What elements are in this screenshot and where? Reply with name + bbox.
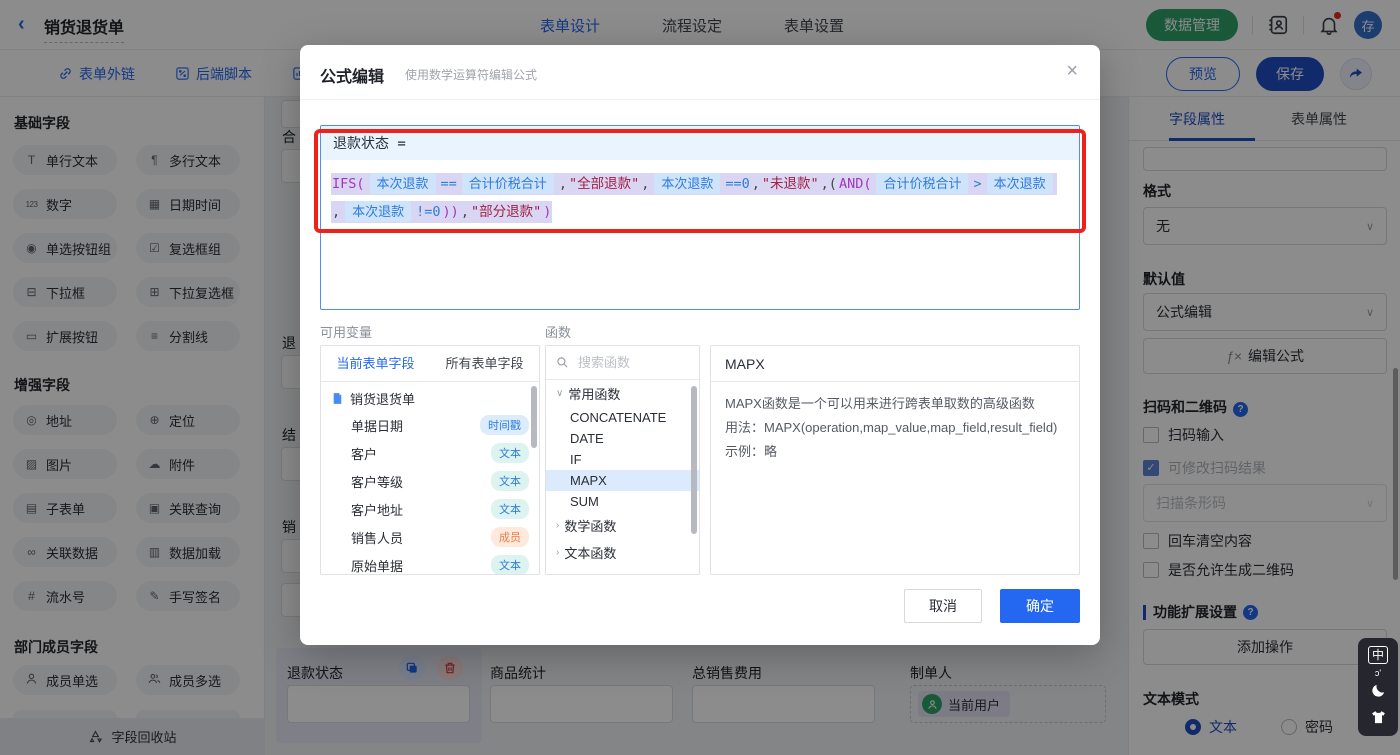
- function-item[interactable]: SUM: [546, 491, 699, 512]
- formula-editor-area[interactable]: 退款状态 = IFS(本次退款==合计价税合计,"全部退款",本次退款==0,"…: [320, 125, 1080, 310]
- functions-scrollbar-thumb[interactable]: [691, 386, 697, 534]
- function-search: [546, 346, 699, 380]
- chinese-lang-icon[interactable]: 中: [1368, 646, 1388, 664]
- doc-usage: 用法：MAPX(operation,map_value,map_field,re…: [725, 416, 1065, 440]
- field-token: 本次退款: [345, 201, 411, 222]
- tab-current-form-fields[interactable]: 当前表单字段: [321, 346, 430, 381]
- field-token: 本次退款: [987, 173, 1053, 194]
- tab-all-form-fields[interactable]: 所有表单字段: [430, 346, 539, 381]
- function-group-text[interactable]: ›文本函数: [546, 539, 699, 566]
- small-mark-icon[interactable]: ɔ': [1375, 669, 1381, 677]
- type-badge: 时间戳: [480, 415, 529, 435]
- function-item[interactable]: IF: [546, 449, 699, 470]
- field-token: 合计价税合计: [462, 173, 554, 194]
- app-root: ‹ 销货退货单 表单设计 流程设定 表单设置 数据管理 存 表单外链: [0, 0, 1400, 755]
- variable-row[interactable]: 单据日期时间戳: [321, 411, 539, 439]
- type-badge: 文本: [491, 555, 529, 575]
- function-item[interactable]: CONCATENATE: [546, 407, 699, 428]
- shirt-icon[interactable]: [1370, 709, 1387, 731]
- function-group-common[interactable]: ∨常用函数: [546, 380, 699, 407]
- moon-icon[interactable]: [1370, 682, 1387, 704]
- doc-function-name: MAPX: [711, 346, 1079, 382]
- field-token: 本次退款: [654, 173, 720, 194]
- variable-row[interactable]: 客户等级文本: [321, 467, 539, 495]
- modal-header: 公式编辑 使用数学运算符编辑公式 ×: [300, 45, 1100, 100]
- function-doc-panel: MAPX MAPX函数是一个可以用来进行跨表单取数的高级函数 用法：MAPX(o…: [710, 345, 1080, 575]
- functions-panel: ∨常用函数 CONCATENATE DATE IF MAPX SUM ›数学函数…: [545, 345, 700, 575]
- function-group-math[interactable]: ›数学函数: [546, 512, 699, 539]
- variables-panel: 当前表单字段 所有表单字段 销货退货单 单据日期时间戳 客户文本 客户等级文本 …: [320, 345, 540, 575]
- variable-tabs: 当前表单字段 所有表单字段: [321, 346, 539, 382]
- doc-description: MAPX函数是一个可以用来进行跨表单取数的高级函数: [725, 392, 1065, 416]
- type-badge: 文本: [491, 499, 529, 519]
- doc-body: MAPX函数是一个可以用来进行跨表单取数的高级函数 用法：MAPX(operat…: [711, 382, 1079, 474]
- variables-scrollbar-thumb[interactable]: [531, 386, 537, 448]
- cancel-button[interactable]: 取消: [904, 589, 982, 623]
- variable-row[interactable]: 销售人员成员: [321, 523, 539, 551]
- modal-title: 公式编辑: [320, 63, 384, 87]
- modal-subtitle: 使用数学运算符编辑公式: [405, 66, 537, 83]
- caret-right-icon: ›: [556, 547, 559, 558]
- formula-assign-line: 退款状态 =: [321, 126, 1079, 160]
- type-badge: 文本: [491, 443, 529, 463]
- document-icon: [331, 392, 344, 405]
- formula-expression[interactable]: IFS(本次退款==合计价税合计,"全部退款",本次退款==0,"未退款",(A…: [321, 160, 1069, 226]
- field-token: 合计价税合计: [876, 173, 968, 194]
- variable-row[interactable]: 原始单据文本: [321, 551, 539, 575]
- function-item[interactable]: DATE: [546, 428, 699, 449]
- variables-panel-label: 可用变量: [320, 322, 372, 341]
- functions-panel-label: 函数: [545, 322, 571, 341]
- translate-extension-widget: 中 ɔ': [1358, 638, 1398, 736]
- variable-row[interactable]: 客户地址文本: [321, 495, 539, 523]
- form-tree-root[interactable]: 销货退货单: [321, 382, 539, 411]
- function-search-input[interactable]: [576, 354, 676, 371]
- field-token: 本次退款: [370, 173, 436, 194]
- type-badge: 文本: [491, 471, 529, 491]
- formula-editor-modal: 公式编辑 使用数学运算符编辑公式 × 退款状态 = IFS(本次退款==合计价税…: [300, 45, 1100, 645]
- caret-down-icon: ∨: [556, 388, 563, 399]
- confirm-button[interactable]: 确定: [1000, 589, 1080, 623]
- function-item-selected[interactable]: MAPX: [546, 470, 699, 491]
- caret-right-icon: ›: [556, 520, 559, 531]
- doc-example: 示例：略: [725, 440, 1065, 464]
- type-badge: 成员: [491, 527, 529, 547]
- modal-footer: 取消 确定: [904, 589, 1080, 623]
- close-icon[interactable]: ×: [1066, 61, 1078, 81]
- variable-row[interactable]: 客户文本: [321, 439, 539, 467]
- search-icon: [556, 356, 569, 369]
